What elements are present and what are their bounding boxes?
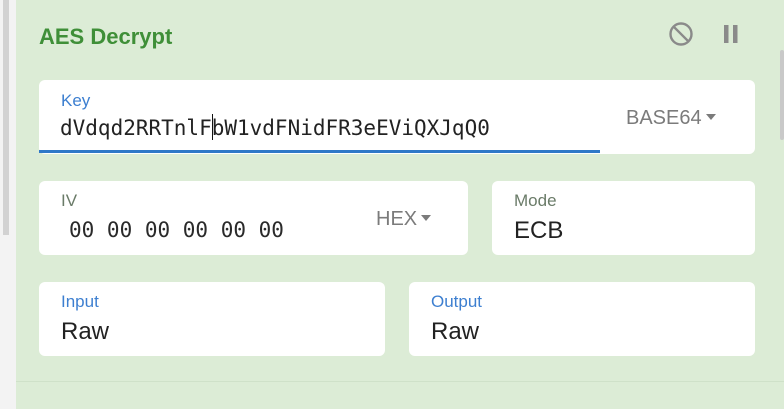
input-label: Input (61, 292, 99, 311)
iv-label: IV (61, 191, 78, 210)
key-input[interactable]: dVdqd2RRTnlFbW1vdFNidFR3eEViQXJqQ0 (60, 114, 490, 142)
iv-format-label: HEX (376, 208, 418, 230)
disable-icon (669, 22, 693, 46)
key-label: Key (61, 91, 91, 110)
text-cursor (211, 114, 213, 140)
left-gutter (0, 0, 17, 409)
output-select-card[interactable]: Output Raw (409, 282, 755, 356)
disable-button[interactable] (666, 18, 696, 50)
pause-button[interactable] (716, 18, 746, 50)
output-label: Output (431, 292, 483, 311)
left-scrollbar[interactable] (3, 0, 9, 235)
right-scrollbar[interactable] (780, 50, 784, 140)
key-value-after-cursor: bW1vdFNidFR3eEViQXJqQ0 (211, 116, 490, 140)
iv-input[interactable]: 00 00 00 00 00 00 (69, 218, 284, 242)
mode-value: ECB (514, 217, 564, 244)
caret-down-icon (421, 214, 432, 221)
iv-format-dropdown[interactable]: HEX (376, 208, 432, 231)
input-select-card[interactable]: Input Raw (39, 282, 385, 356)
iv-field-card: IV 00 00 00 00 00 00 HEX (39, 181, 468, 255)
key-field-card: Key dVdqd2RRTnlFbW1vdFNidFR3eEViQXJqQ0 B… (39, 80, 755, 154)
mode-label: Mode (514, 191, 557, 210)
key-value-before-cursor: dVdqd2RRTnlF (60, 116, 212, 140)
key-format-label: BASE64 (626, 107, 702, 129)
caret-down-icon (705, 113, 716, 120)
operation-panel: AES Decrypt Key dVdqd2RRTnlFbW1vdFNidFR3… (16, 0, 784, 409)
input-value: Raw (61, 318, 110, 345)
operation-title: AES Decrypt (39, 24, 173, 49)
key-format-dropdown[interactable]: BASE64 (626, 107, 716, 130)
output-value: Raw (431, 318, 480, 345)
key-focus-underline (39, 150, 600, 153)
mode-select-card[interactable]: Mode ECB (492, 181, 755, 255)
panel-divider (16, 381, 784, 382)
pause-icon (724, 25, 738, 43)
